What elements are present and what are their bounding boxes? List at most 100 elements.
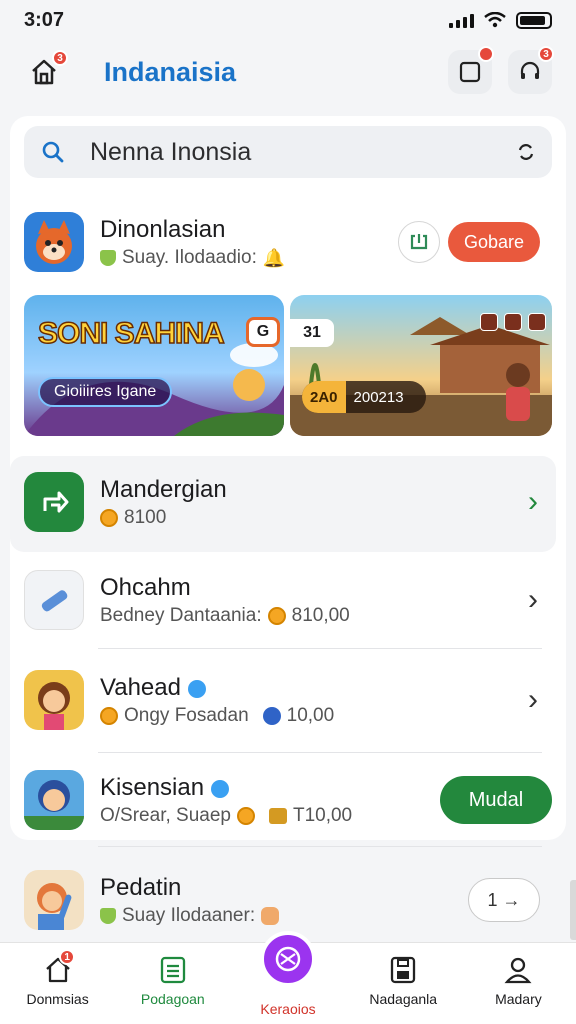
list-item[interactable]: Pedatin Suay Ilodaaner: 1 →	[24, 870, 552, 930]
list-item[interactable]: Vahead Ongy Fosadan 10,00 ›	[24, 670, 552, 730]
list-item-name: Ohcahm	[100, 574, 191, 601]
battery-icon	[516, 11, 552, 29]
tab-keraoios[interactable]: Keraoios	[230, 931, 345, 1024]
chevron-right-icon[interactable]: ›	[528, 485, 538, 519]
list-icon	[160, 956, 185, 984]
header: 3 Indanaisia 3	[0, 44, 576, 100]
banner-right-icons	[480, 313, 546, 331]
search-icon	[42, 141, 64, 163]
user-icon	[504, 957, 532, 984]
tab-label: Keraoios	[260, 1001, 316, 1017]
list-item-sub-text: Bedney Dantaania:	[100, 605, 262, 626]
share-icon	[410, 234, 428, 250]
list-item-name: Mandergian	[100, 476, 227, 503]
home-button[interactable]: 3	[24, 50, 68, 92]
app-title: Indanaisia	[104, 56, 237, 87]
featured-sub-text: Suay. Ilodaadio:	[122, 247, 257, 268]
banner-right-gold: 2A0	[302, 381, 346, 413]
tab-nadaganla[interactable]: Nadaganla	[346, 943, 461, 1024]
tab-home[interactable]: 1 Donmsias	[0, 943, 115, 1024]
verified-icon	[210, 779, 229, 798]
game-banner-left[interactable]: SONI SAHINA Gioiiires Igane G	[24, 295, 284, 436]
featured-app-row[interactable]: Dinonlasian Suay. Ilodaadio: 🔔 Gobare	[24, 212, 552, 272]
coin-icon	[236, 807, 255, 825]
list-item[interactable]: Ohcahm Bedney Dantaania: 810,00 ›	[24, 570, 552, 630]
bottom-tab-bar: 1 Donmsias Podagoan Keraoios Nadaganla M…	[0, 931, 576, 1024]
box-button[interactable]	[448, 46, 494, 94]
chest-icon	[268, 808, 287, 824]
status-icons	[449, 11, 552, 29]
banner-left-tag: G	[246, 317, 280, 347]
divider	[98, 846, 542, 847]
tab-label: Podagoan	[140, 991, 205, 1007]
tab-home-badge: 1	[59, 949, 76, 965]
headset-icon	[520, 61, 540, 79]
list-item-value: 810,00	[291, 605, 350, 626]
support-badge: 3	[538, 46, 554, 62]
tab-podagoan[interactable]: Podagoan	[115, 943, 230, 1024]
home-badge: 3	[52, 50, 68, 66]
status-time: 3:07	[24, 8, 65, 31]
share-button[interactable]	[398, 221, 440, 263]
tab-label: Madary	[495, 991, 542, 1007]
boy-app-icon	[24, 770, 84, 830]
fox-app-icon	[24, 212, 84, 272]
list-item[interactable]: Kisensian O/Srear, Suaep T10,00 Mudal	[24, 770, 552, 830]
list-item-sub-text: Suay Ilodaaner:	[122, 905, 256, 926]
get-button[interactable]: Gobare	[448, 222, 540, 262]
bell-icon: 🔔	[262, 247, 286, 268]
tab-madary[interactable]: Madary	[461, 943, 576, 1024]
list-item[interactable]: Mandergian 8100 ›	[24, 472, 552, 532]
floppy-icon	[391, 956, 416, 984]
divider	[98, 752, 542, 753]
hand-icon	[261, 907, 280, 925]
game-banner-right[interactable]: 31 2A0 200213	[290, 295, 552, 436]
banner-left-title: SONI SAHINA	[37, 316, 225, 351]
square-icon	[459, 61, 481, 83]
status-bar: 3:07	[0, 0, 576, 40]
tab-label: Nadaganla	[369, 991, 438, 1007]
list-item-sub: Suay Ilodaaner:	[100, 905, 468, 927]
list-item-sub-text: Ongy Fosadan	[124, 705, 249, 726]
search-bar[interactable]: Nenna Inonsia	[24, 126, 552, 178]
step-button[interactable]: 1 →	[468, 878, 540, 922]
list-item-sub: 8100	[100, 507, 528, 529]
play-icon	[275, 946, 301, 972]
list-item-sub: Bedney Dantaania: 810,00	[100, 605, 528, 627]
chevron-right-icon[interactable]: ›	[528, 683, 538, 717]
verified-icon	[187, 679, 206, 698]
wrench-app-icon	[24, 570, 84, 630]
list-item-name: Pedatin	[100, 874, 182, 901]
list-item-sub: Ongy Fosadan 10,00	[100, 705, 528, 727]
featured-app-name: Dinonlasian	[100, 216, 226, 243]
tab-label: Donmsias	[26, 991, 89, 1007]
refresh-icon[interactable]	[516, 142, 536, 162]
share-arrow-icon	[43, 491, 69, 513]
scroll-edge	[570, 880, 576, 940]
list-item-sub-text: O/Srear, Suaep	[100, 805, 231, 826]
chevron-right-icon[interactable]: ›	[528, 583, 538, 617]
blue-coin-icon	[262, 707, 281, 725]
divider	[98, 648, 542, 649]
shield-icon	[100, 250, 116, 266]
search-input[interactable]: Nenna Inonsia	[90, 138, 516, 167]
support-button[interactable]: 3	[508, 46, 554, 94]
list-item-name: Kisensian	[100, 773, 440, 803]
list-item-value: 10,00	[286, 705, 335, 726]
list-item-sub: O/Srear, Suaep T10,00	[100, 805, 440, 827]
banner-right-value: 200213	[353, 388, 404, 406]
center-fab-button[interactable]	[260, 931, 316, 987]
banner-left-pill[interactable]: Gioiiires Igane	[38, 377, 173, 407]
coin-icon	[100, 707, 118, 725]
green-app-icon	[24, 472, 84, 532]
signal-icon	[449, 12, 474, 28]
girl-app-icon	[24, 670, 84, 730]
shield-icon	[100, 908, 116, 924]
banner-right-tag: 31	[290, 319, 334, 347]
mudal-button[interactable]: Mudal	[440, 776, 552, 824]
wifi-icon	[484, 12, 506, 28]
list-item-value: T10,00	[292, 805, 353, 826]
banner-right-pill[interactable]: 2A0 200213	[302, 381, 426, 413]
list-item-name: Vahead	[100, 673, 528, 703]
box-badge	[478, 46, 494, 62]
